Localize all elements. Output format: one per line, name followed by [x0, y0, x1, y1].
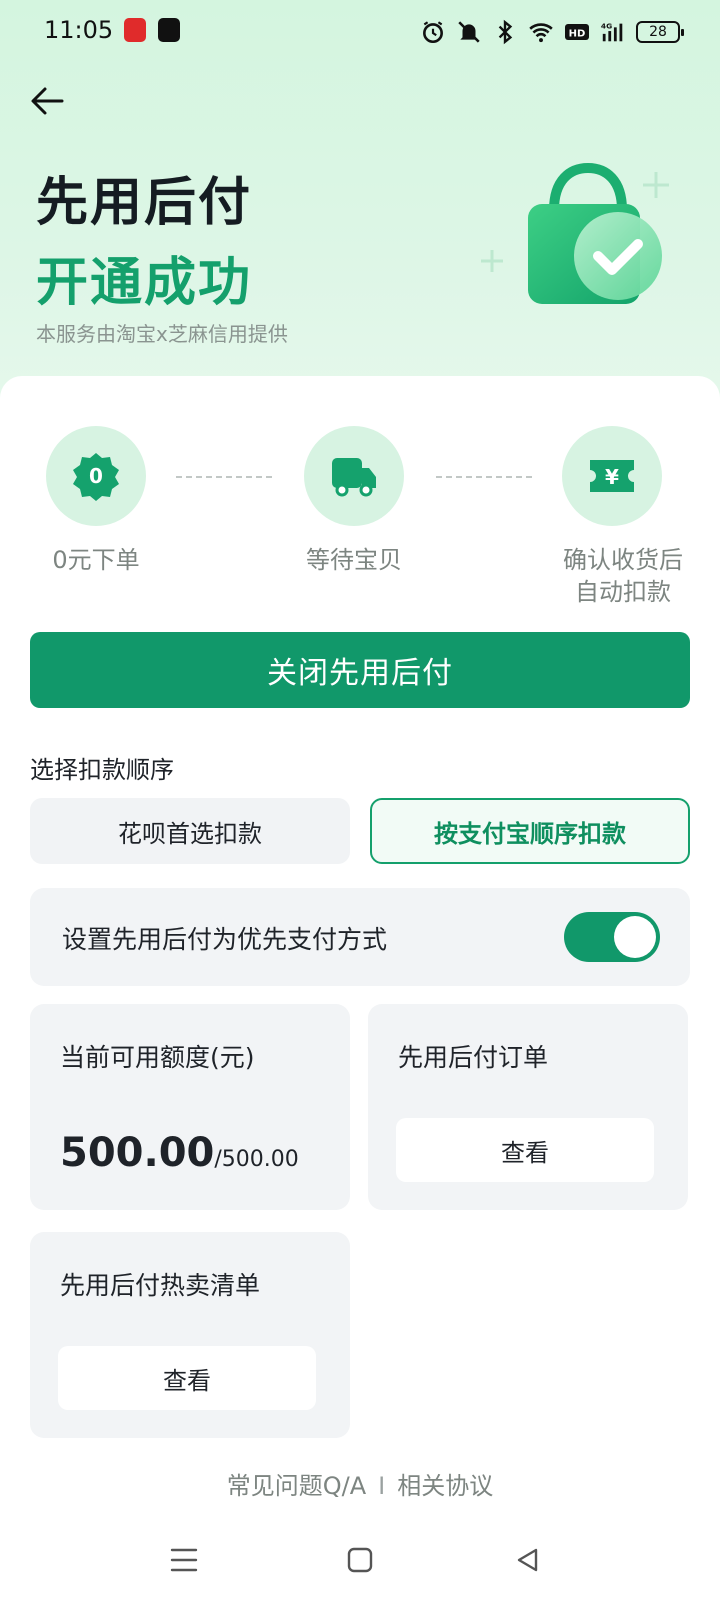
view-hot-list-button[interactable]: 查看	[58, 1346, 316, 1410]
close-pay-later-button[interactable]: 关闭先用后付	[30, 632, 690, 708]
priority-payment-label: 设置先用后付为优先支付方式	[62, 925, 388, 954]
toggle-knob	[614, 916, 656, 958]
shopping-bag-check-icon	[481, 162, 669, 304]
app-notification-icon	[124, 18, 146, 42]
agreement-link[interactable]: 相关协议	[397, 1472, 493, 1500]
step-zero-order: 0	[46, 426, 146, 526]
battery-icon: 28	[636, 21, 684, 43]
hot-list-title: 先用后付热卖清单	[60, 1271, 261, 1300]
back-nav-button[interactable]	[506, 1538, 550, 1582]
priority-payment-row: 设置先用后付为优先支付方式	[30, 888, 690, 986]
available-amount: 500.00	[60, 1130, 215, 1176]
arrow-left-icon	[31, 87, 64, 115]
signal-icon: 4G	[601, 21, 623, 42]
step-connector	[436, 476, 532, 478]
step-auto-pay: ¥	[562, 426, 662, 526]
page-title: 先用后付	[36, 173, 253, 233]
bluetooth-icon	[498, 19, 513, 45]
svg-text:0: 0	[89, 464, 103, 488]
step-connector	[176, 476, 272, 478]
view-orders-button[interactable]: 查看	[396, 1118, 654, 1182]
home-square-icon	[347, 1547, 373, 1573]
hot-list-panel: 先用后付热卖清单 查看	[30, 1232, 350, 1438]
option-alipay-order[interactable]: 按支付宝顺序扣款	[370, 798, 690, 864]
back-button[interactable]	[26, 80, 68, 122]
quota-amount: 500.00/500.00	[60, 1130, 299, 1176]
payment-order-label: 选择扣款顺序	[30, 756, 174, 784]
status-time: 11:05	[44, 16, 114, 44]
quota-title: 当前可用额度(元)	[60, 1043, 255, 1072]
total-amount: /500.00	[214, 1147, 299, 1172]
app-notification-icon	[158, 18, 180, 42]
faq-link[interactable]: 常见问题Q/A	[227, 1472, 366, 1500]
alarm-icon	[423, 21, 443, 44]
step-label: 等待宝贝	[306, 546, 402, 574]
svg-text:HD: HD	[569, 29, 586, 40]
wifi-icon	[529, 23, 553, 43]
priority-payment-toggle[interactable]	[564, 912, 660, 962]
mute-icon	[458, 21, 480, 43]
success-title: 开通成功	[36, 253, 253, 313]
footer-links: 常见问题Q/A I 相关协议	[0, 1466, 720, 1501]
svg-text:¥: ¥	[605, 465, 619, 489]
delivery-truck-icon	[332, 458, 376, 497]
status-bar: 11:05 HD 4G 28	[0, 0, 720, 64]
home-nav-button[interactable]	[338, 1538, 382, 1582]
step-wait	[304, 426, 404, 526]
ticket-yen-icon: ¥	[590, 460, 634, 492]
footer-separator: I	[378, 1472, 386, 1500]
orders-title: 先用后付订单	[398, 1043, 549, 1072]
provider-note: 本服务由淘宝x芝麻信用提供	[36, 322, 288, 346]
triangle-back-icon	[517, 1548, 538, 1572]
step-label: 0元下单	[52, 546, 140, 574]
zero-badge-icon: 0	[73, 453, 119, 501]
menu-nav-button[interactable]	[162, 1538, 206, 1582]
step-label: 自动扣款	[575, 578, 671, 606]
system-nav-bar	[0, 1520, 720, 1600]
menu-icon	[170, 1548, 198, 1572]
svg-text:4G: 4G	[601, 21, 612, 30]
hd-icon: HD	[565, 24, 589, 40]
quota-panel: 当前可用额度(元) 500.00/500.00	[30, 1004, 350, 1210]
option-huabei-first[interactable]: 花呗首选扣款	[30, 798, 350, 864]
orders-panel: 先用后付订单 查看	[368, 1004, 688, 1210]
step-label: 确认收货后	[563, 546, 683, 574]
